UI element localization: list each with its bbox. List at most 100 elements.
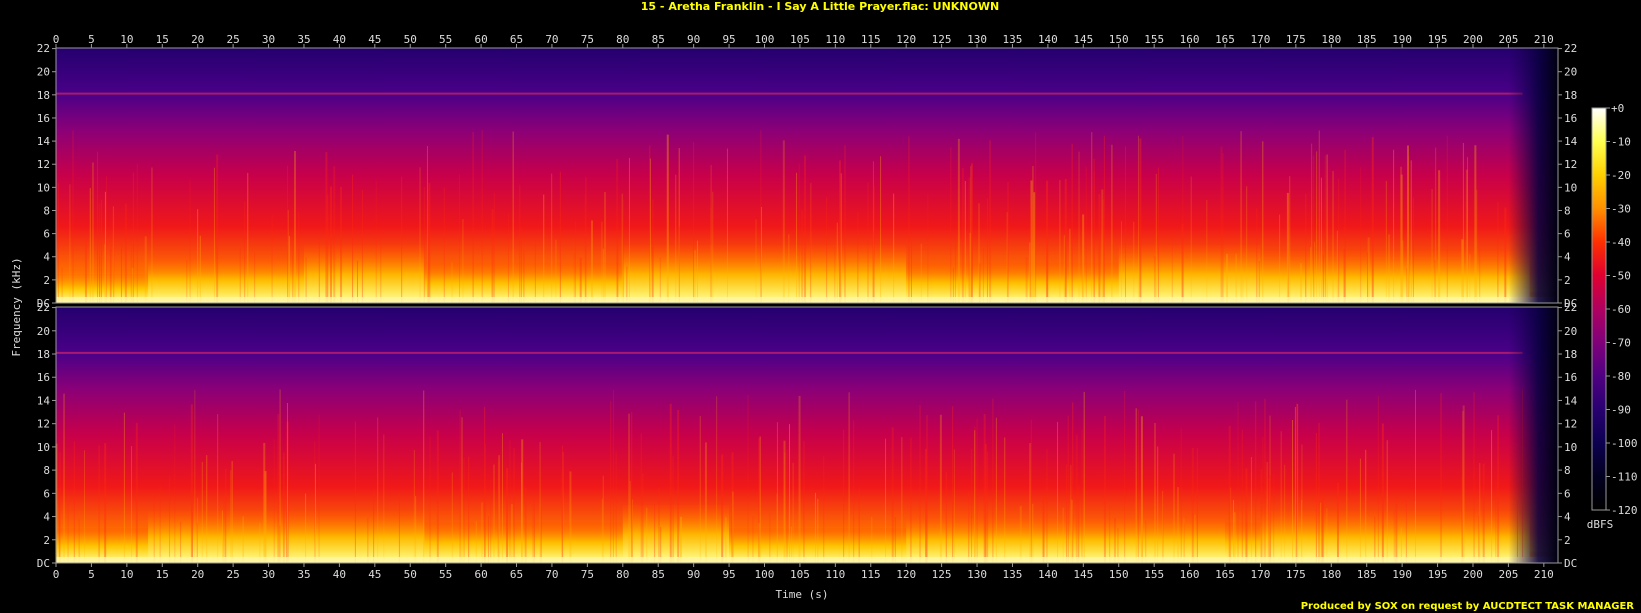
- y-tick-label: 20: [1564, 66, 1577, 79]
- x-tick-label: 15: [156, 33, 169, 46]
- end-fade: [1508, 307, 1558, 563]
- x-tick-label: 100: [755, 33, 775, 46]
- y-tick-label: 10: [1564, 181, 1577, 194]
- y-tick-label: 18: [37, 348, 50, 361]
- y-tick-label: 18: [1564, 348, 1577, 361]
- colorbar-tick-label: -120: [1611, 504, 1638, 517]
- x-tick-label: 120: [896, 568, 916, 581]
- loud-segment: [1260, 510, 1530, 563]
- x-tick-label: 160: [1180, 33, 1200, 46]
- colorbar-tick-label: -110: [1611, 471, 1638, 484]
- x-tick-label: 135: [1003, 568, 1023, 581]
- y-tick-label: DC: [1564, 557, 1577, 570]
- y-tick-label: 8: [43, 464, 50, 477]
- y-tick-label: 4: [1564, 511, 1571, 524]
- x-tick-label: 120: [896, 33, 916, 46]
- x-tick-label: 125: [932, 568, 952, 581]
- y-tick-label: 12: [37, 418, 50, 431]
- x-tick-label: 210: [1534, 568, 1554, 581]
- y-tick-label: 12: [1564, 158, 1577, 171]
- x-tick-label: 0: [53, 33, 60, 46]
- x-tick-label: 150: [1109, 568, 1129, 581]
- y-tick-label: 16: [1564, 112, 1577, 125]
- colorbar-scale: [1591, 107, 1607, 511]
- y-tick-label: 22: [1564, 42, 1577, 55]
- x-tick-label: 45: [368, 33, 381, 46]
- y-tick-label: 12: [1564, 418, 1577, 431]
- x-tick-label: 145: [1073, 568, 1093, 581]
- x-tick-label: 205: [1498, 33, 1518, 46]
- colorbar-tick-label: -80: [1611, 370, 1631, 383]
- colorbar-tick-label: -100: [1611, 437, 1638, 450]
- plots-layer: [55, 47, 1559, 564]
- x-tick-label: 20: [191, 33, 204, 46]
- y-tick-label: 8: [43, 204, 50, 217]
- colorbar-tick-label: -10: [1611, 136, 1631, 149]
- x-tick-label: 25: [226, 568, 239, 581]
- x-tick-label: 165: [1215, 33, 1235, 46]
- y-tick-label: 6: [43, 487, 50, 500]
- y-tick-label: 4: [43, 511, 50, 524]
- y-tick-label: 2: [1564, 274, 1571, 287]
- x-tick-label: 5: [88, 33, 95, 46]
- x-tick-label: 135: [1003, 33, 1023, 46]
- y-tick-label: 14: [1564, 394, 1578, 407]
- x-tick-label: 80: [616, 33, 629, 46]
- colorbar-tick-label: -90: [1611, 404, 1631, 417]
- loud-segment: [424, 522, 623, 563]
- x-tick-label: 55: [439, 33, 452, 46]
- y-tick-label: 10: [1564, 441, 1577, 454]
- y-tick-label: 20: [1564, 325, 1577, 338]
- x-axis-bottom: 0 5 10 15 20 25 30 35 40 45 50 55 60 65 70 75 80 85 90 95 10…: [53, 563, 1554, 581]
- x-tick-label: 140: [1038, 568, 1058, 581]
- x-tick-label: 110: [825, 568, 845, 581]
- x-tick-label: 30: [262, 33, 275, 46]
- y-tick-label: 16: [37, 371, 50, 384]
- x-tick-label: 190: [1392, 33, 1412, 46]
- y-tick-label: 2: [43, 274, 50, 287]
- x-tick-label: 85: [652, 568, 665, 581]
- y-tick-label: 2: [1564, 534, 1571, 547]
- x-tick-label: 200: [1463, 568, 1483, 581]
- x-tick-label: 110: [825, 33, 845, 46]
- x-tick-label: 185: [1357, 568, 1377, 581]
- x-tick-label: 75: [581, 568, 594, 581]
- y-tick-label: 22: [37, 42, 50, 55]
- x-tick-label: 15: [156, 568, 169, 581]
- x-tick-label: 130: [967, 568, 987, 581]
- x-axis-label: Time (s): [776, 588, 829, 601]
- x-tick-label: 95: [722, 568, 735, 581]
- x-tick-label: 155: [1144, 568, 1164, 581]
- y-tick-label: 10: [37, 181, 50, 194]
- y-tick-label: 8: [1564, 464, 1571, 477]
- x-tick-label: 60: [474, 33, 487, 46]
- x-tick-label: 90: [687, 568, 700, 581]
- credit-text: Produced by SOX on request by AUCDTECT T…: [1301, 601, 1635, 612]
- x-tick-label: 5: [88, 568, 95, 581]
- colorbar-tick-label: -30: [1611, 203, 1631, 216]
- y-tick-label: 6: [1564, 487, 1571, 500]
- x-tick-label: 160: [1180, 568, 1200, 581]
- x-tick-label: 95: [722, 33, 735, 46]
- y-tick-label: 22: [1564, 301, 1577, 314]
- colorbar-tick-label: +0: [1611, 102, 1624, 115]
- colorbar-tick-label: -40: [1611, 236, 1631, 249]
- x-tick-label: 10: [120, 33, 133, 46]
- loud-segment: [906, 262, 1119, 303]
- y-tick-label: 2: [43, 534, 50, 547]
- y-tick-label: 6: [43, 228, 50, 241]
- dc-band: [56, 297, 1558, 303]
- y-tick-label: 16: [37, 112, 50, 125]
- x-tick-label: 25: [226, 33, 239, 46]
- x-tick-label: 125: [932, 33, 952, 46]
- chart-title: 15 - Aretha Franklin - I Say A Little Pr…: [641, 0, 999, 13]
- channel-2-spectrogram: [55, 306, 1559, 564]
- x-tick-label: 175: [1286, 568, 1306, 581]
- x-tick-label: 40: [333, 33, 346, 46]
- colorbar-tick-label: -50: [1611, 270, 1631, 283]
- x-tick-label: 50: [404, 568, 417, 581]
- end-fade: [1508, 48, 1558, 303]
- colorbar-tick-label: -20: [1611, 169, 1631, 182]
- y-tick-label: 10: [37, 441, 50, 454]
- x-tick-label: 140: [1038, 33, 1058, 46]
